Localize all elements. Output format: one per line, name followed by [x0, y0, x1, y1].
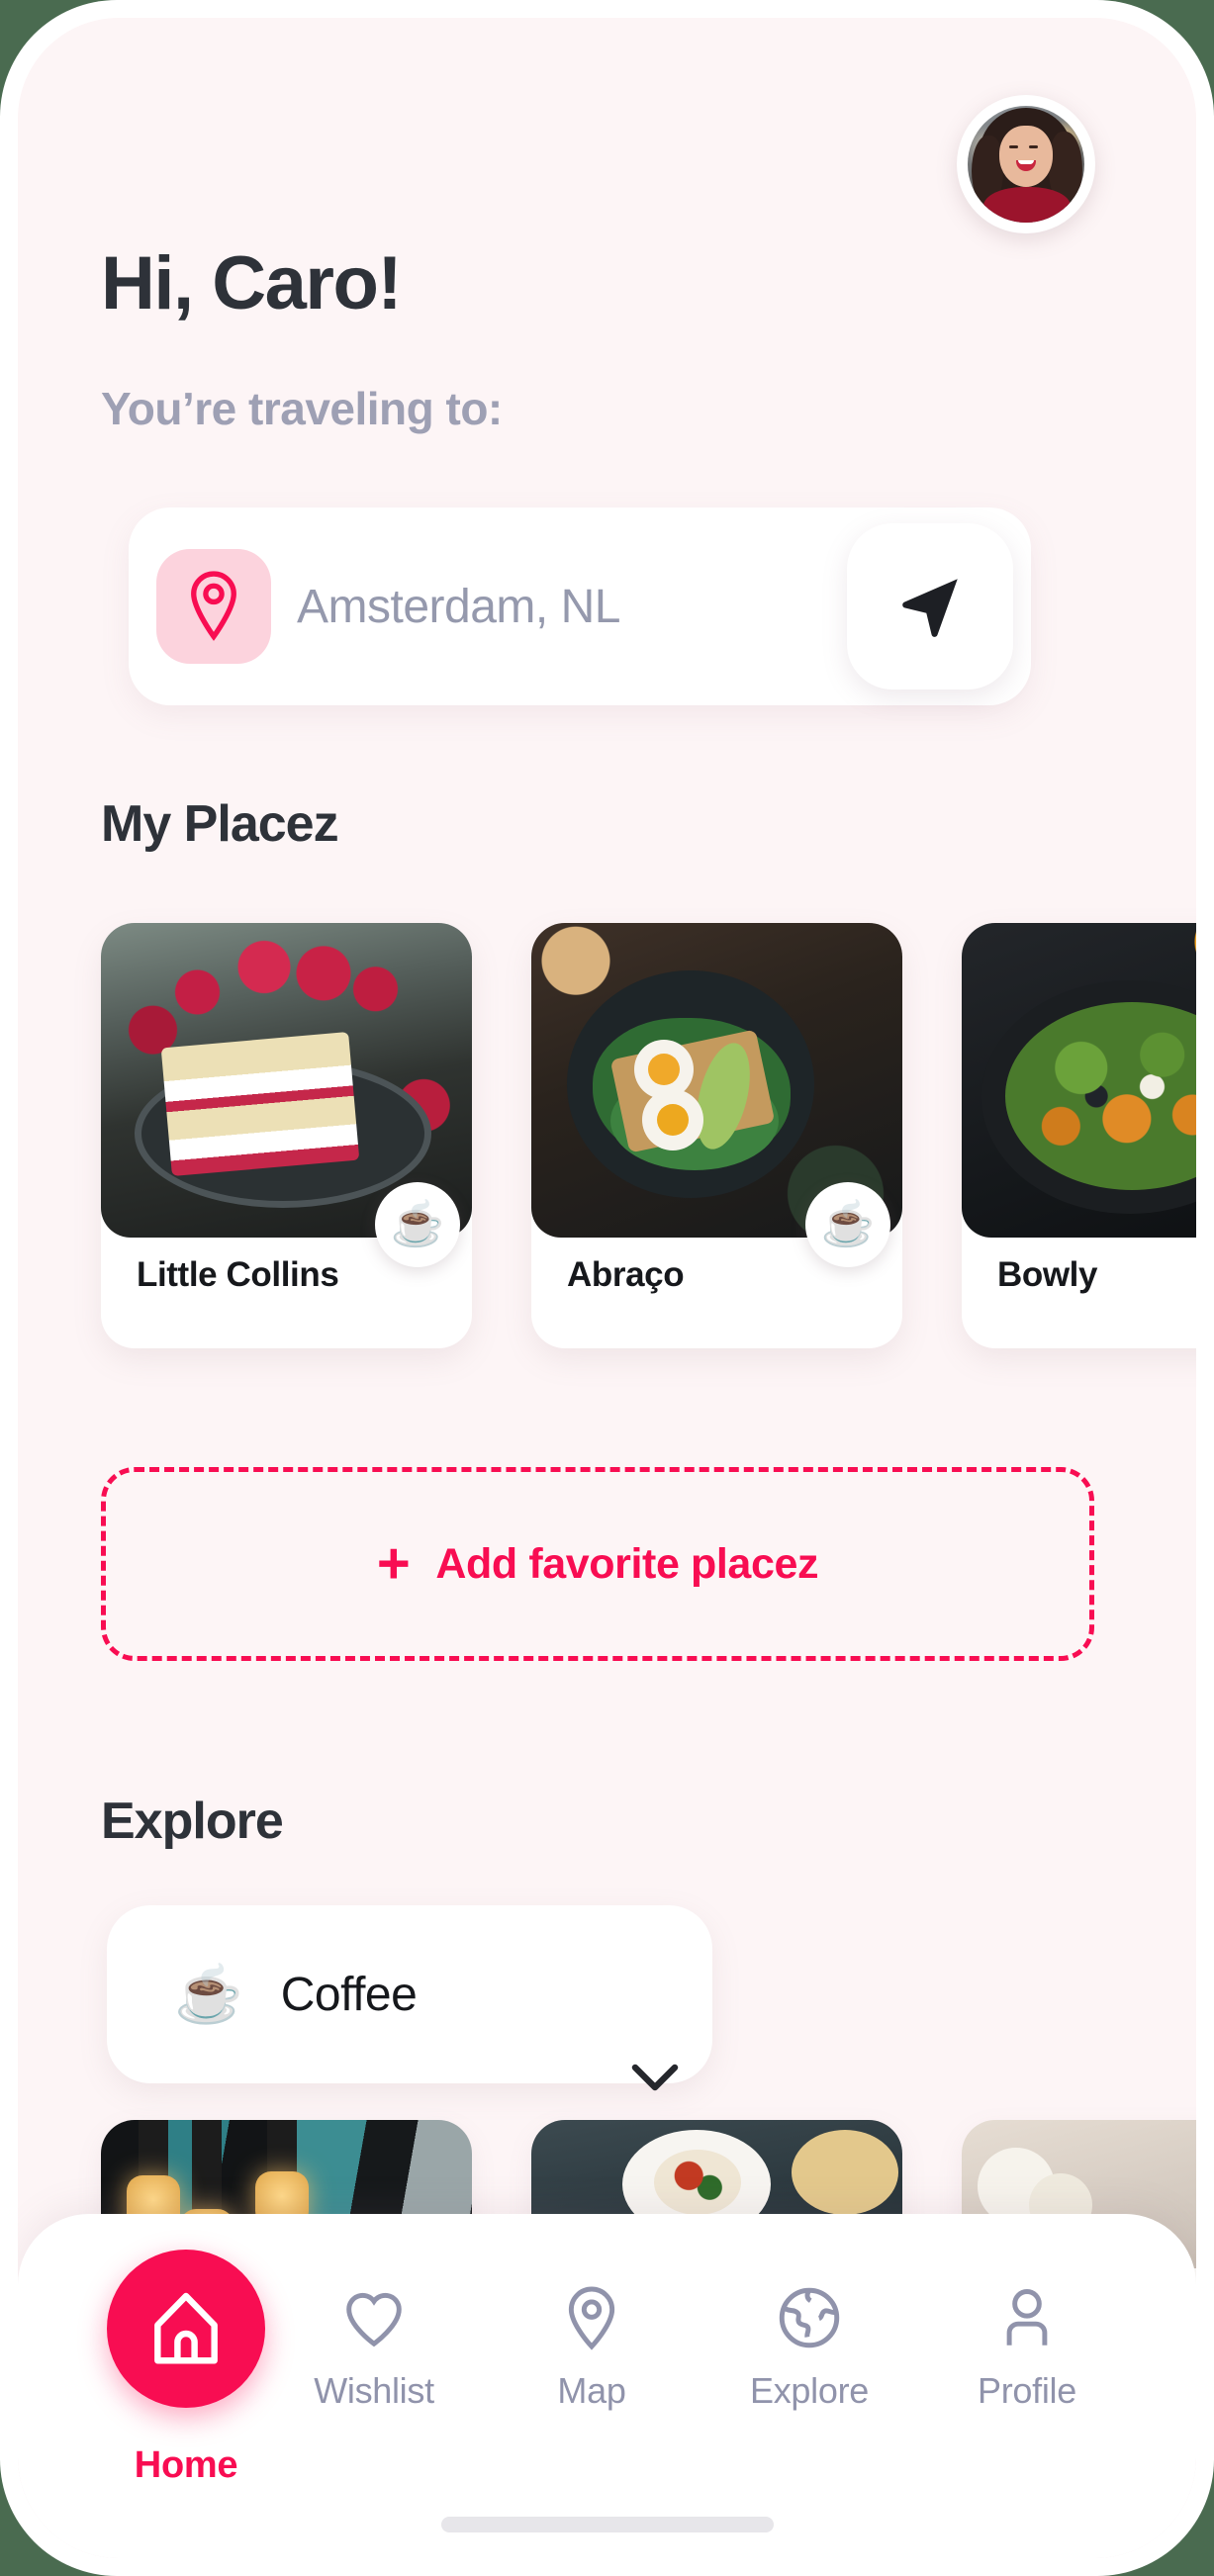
explore-category-label: Coffee: [280, 1968, 418, 2021]
phone-frame: Hi, Caro! You’re traveling to: Amsterdam…: [0, 0, 1214, 2576]
navigation-arrow-icon[interactable]: [847, 523, 1013, 690]
place-name: Abraço: [567, 1255, 685, 1294]
nav-item-map[interactable]: Map: [483, 2281, 700, 2412]
explore-category-filter[interactable]: ☕ Coffee: [107, 1905, 712, 2083]
heart-icon: [346, 2292, 402, 2347]
place-name: Little Collins: [137, 1255, 339, 1294]
map-pin-icon: [156, 549, 271, 664]
my-placez-carousel[interactable]: ☕ Little Collins ☕ Abraço Bowly: [101, 923, 1196, 1348]
nav-item-wishlist[interactable]: Wishlist: [265, 2281, 483, 2412]
subtitle: You’re traveling to:: [101, 383, 503, 434]
place-card[interactable]: ☕ Little Collins: [101, 923, 472, 1348]
coffee-badge: ☕: [375, 1182, 460, 1267]
add-favorite-label: Add favorite placez: [435, 1539, 819, 1588]
nav-label: Profile: [978, 2370, 1076, 2411]
section-title-my-placez: My Placez: [101, 795, 339, 853]
nav-item-profile[interactable]: Profile: [918, 2281, 1136, 2412]
place-name: Bowly: [997, 1255, 1098, 1294]
globe-icon: [779, 2287, 840, 2348]
person-icon: [1006, 2289, 1048, 2346]
nav-item-explore[interactable]: Explore: [700, 2281, 918, 2412]
plus-icon: +: [376, 1530, 411, 1596]
avatar-photo: [968, 106, 1084, 223]
page-title: Hi, Caro!: [101, 241, 403, 325]
nav-label: Explore: [750, 2370, 869, 2411]
nav-label: Map: [557, 2370, 626, 2411]
app-screen: Hi, Caro! You’re traveling to: Amsterdam…: [18, 18, 1196, 2558]
coffee-icon: ☕: [174, 1963, 243, 2025]
nav-label-home: Home: [134, 2444, 238, 2486]
salad-bowl-photo: [962, 923, 1196, 1238]
chevron-down-icon[interactable]: [625, 2058, 685, 2097]
coffee-badge: ☕: [805, 1182, 890, 1267]
destination-field[interactable]: Amsterdam, NL: [129, 507, 1031, 705]
home-icon: [154, 2292, 218, 2364]
map-pin-icon: [568, 2286, 615, 2350]
nav-label: Wishlist: [314, 2370, 434, 2411]
destination-input[interactable]: Amsterdam, NL: [297, 507, 620, 705]
place-card[interactable]: Bowly: [962, 923, 1196, 1348]
section-title-explore: Explore: [101, 1793, 284, 1850]
nav-item-home[interactable]: [107, 2250, 265, 2408]
add-favorite-placez-button[interactable]: + Add favorite placez: [101, 1467, 1094, 1661]
avatar[interactable]: [957, 95, 1095, 233]
home-indicator: [440, 2517, 774, 2532]
place-card[interactable]: ☕ Abraço: [531, 923, 902, 1348]
